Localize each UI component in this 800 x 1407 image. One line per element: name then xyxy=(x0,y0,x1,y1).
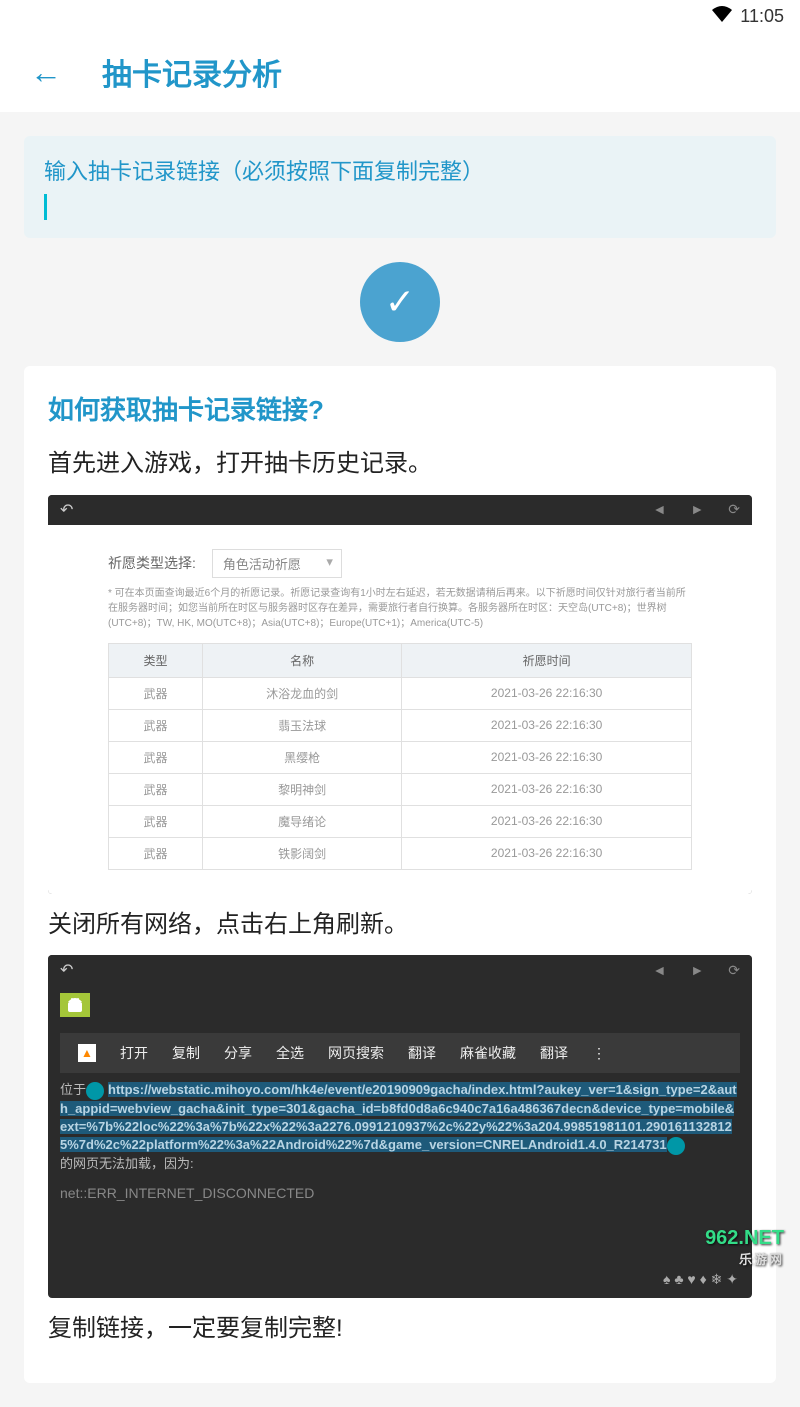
error-code: net::ERR_INTERNET_DISCONNECTED xyxy=(48,1181,752,1261)
header: ← 抽卡记录分析 xyxy=(0,32,800,112)
android-icon xyxy=(60,993,90,1017)
table-row: 武器魔导绪论2021-03-26 22:16:30 xyxy=(109,805,692,837)
table-row: 武器黎明神剑2021-03-26 22:16:30 xyxy=(109,773,692,805)
ss-refresh-icon: ⟳ xyxy=(728,501,740,518)
text-cursor xyxy=(44,194,47,220)
ss2-footer-icons: ♠ ♣ ♥ ♦ ❄ ✦ xyxy=(48,1261,752,1298)
step-2-text: 关闭所有网络，点击右上角刷新。 xyxy=(48,908,752,942)
clock: 11:05 xyxy=(740,6,784,27)
input-label: 输入抽卡记录链接（必须按照下面复制完整） xyxy=(44,154,756,186)
ss-nav-left-icon: ◄ xyxy=(653,501,667,518)
col-time: 祈愿时间 xyxy=(402,643,692,677)
step-1-text: 首先进入游戏，打开抽卡历史记录。 xyxy=(48,447,752,481)
ss2-nav-left-icon: ◄ xyxy=(653,962,667,979)
ss2-nav-right-icon: ► xyxy=(690,962,704,979)
menu-open: 打开 xyxy=(120,1043,148,1063)
wifi-icon xyxy=(712,6,732,27)
ss-nav-right-icon: ► xyxy=(690,501,704,518)
filter-select: 角色活动祈愿 xyxy=(212,549,342,578)
menu-collect: 麻雀收藏 xyxy=(460,1043,516,1063)
check-icon: ✓ xyxy=(385,281,415,323)
col-type: 类型 xyxy=(109,643,203,677)
menu-more-icon: ⋮ xyxy=(592,1045,606,1062)
table-row: 武器黑缨枪2021-03-26 22:16:30 xyxy=(109,741,692,773)
selected-url: https://webstatic.mihoyo.com/hk4e/event/… xyxy=(60,1082,737,1152)
watermark: 962.NET 乐游网 xyxy=(705,1228,784,1268)
selection-handle-icon xyxy=(86,1082,104,1100)
ss2-back-icon: ↶ xyxy=(60,960,73,980)
col-name: 名称 xyxy=(202,643,401,677)
help-title: 如何获取抽卡记录链接? xyxy=(48,390,752,427)
submit-button[interactable]: ✓ xyxy=(360,262,440,342)
selection-handle-icon xyxy=(667,1137,685,1155)
url-input-card[interactable]: 输入抽卡记录链接（必须按照下面复制完整） xyxy=(24,136,776,238)
help-section: 如何获取抽卡记录链接? 首先进入游戏，打开抽卡历史记录。 ↶ ◄ ► ⟳ 祈愿类型选… xyxy=(24,366,776,1383)
menu-select-all: 全选 xyxy=(276,1043,304,1063)
ss-back-icon: ↶ xyxy=(60,500,73,520)
disclaimer-text: * 可在本页面查询最近6个月的祈愿记录。祈愿记录查询有1小时左右延迟，若无数据请… xyxy=(108,586,692,631)
step-3-text: 复制链接，一定要复制完整! xyxy=(48,1312,752,1346)
table-row: 武器沐浴龙血的剑2021-03-26 22:16:30 xyxy=(109,677,692,709)
menu-copy: 复制 xyxy=(172,1043,200,1063)
back-button[interactable]: ← xyxy=(30,54,62,91)
menu-web-search: 网页搜索 xyxy=(328,1043,384,1063)
url-text: 位于https://webstatic.mihoyo.com/hk4e/even… xyxy=(48,1073,752,1181)
table-row: 武器翡玉法球2021-03-26 22:16:30 xyxy=(109,709,692,741)
filter-label: 祈愿类型选择: xyxy=(108,553,196,573)
error-label: 的网页无法加载，因为: xyxy=(60,1156,194,1171)
menu-translate: 翻译 xyxy=(408,1043,436,1063)
screenshot-browser-error: ↶ ◄ ► ⟳ ▲ 打开 复制 分享 全选 网页搜索 翻译 麻雀收藏 翻译 ⋮ 位于… xyxy=(48,955,752,1298)
page-title: 抽卡记录分析 xyxy=(102,50,282,94)
menu-app-icon: ▲ xyxy=(78,1044,96,1062)
context-menu: ▲ 打开 复制 分享 全选 网页搜索 翻译 麻雀收藏 翻译 ⋮ xyxy=(60,1033,740,1073)
table-row: 武器铁影阔剑2021-03-26 22:16:30 xyxy=(109,837,692,869)
screenshot-gacha-history: ↶ ◄ ► ⟳ 祈愿类型选择: 角色活动祈愿 * 可在本页面查询最近6个月的祈愿记录… xyxy=(48,495,752,894)
ss2-refresh-icon: ⟳ xyxy=(728,962,740,979)
menu-translate2: 翻译 xyxy=(540,1043,568,1063)
status-bar: 11:05 xyxy=(0,0,800,32)
gacha-table: 类型 名称 祈愿时间 武器沐浴龙血的剑2021-03-26 22:16:30 武… xyxy=(108,643,692,870)
menu-share: 分享 xyxy=(224,1043,252,1063)
